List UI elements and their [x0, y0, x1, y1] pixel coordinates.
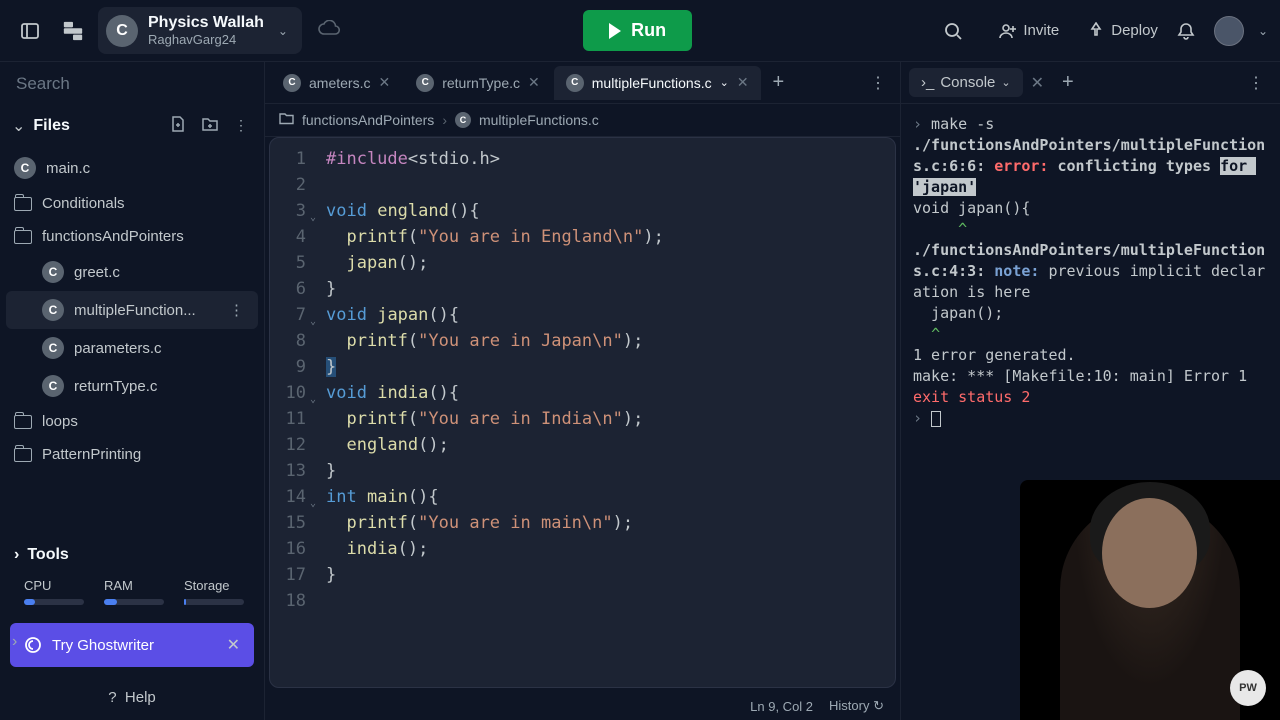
ram-label: RAM: [104, 578, 164, 593]
c-file-icon: C: [566, 74, 584, 92]
breadcrumb[interactable]: functionsAndPointers › C multipleFunctio…: [265, 104, 900, 137]
new-file-icon[interactable]: [166, 114, 190, 137]
workspace-title: Physics Wallah: [148, 13, 264, 32]
close-tab-icon[interactable]: ✕: [1031, 73, 1044, 93]
folder-icon: [14, 415, 32, 429]
help-button[interactable]: ? Help: [0, 675, 264, 720]
folder-icon: [14, 448, 32, 462]
workspace-selector[interactable]: C Physics Wallah RaghavGarg24 ⌄: [98, 7, 302, 54]
folder-icon: [14, 197, 32, 211]
c-file-icon: C: [42, 375, 64, 397]
cpu-label: CPU: [24, 578, 84, 593]
file-tree-item[interactable]: functionsAndPointers: [0, 220, 264, 253]
code-editor[interactable]: 123⌄4567⌄8910⌄11121314⌄15161718 #include…: [269, 137, 896, 688]
file-tree-item[interactable]: CreturnType.c: [0, 367, 264, 405]
cursor-position: Ln 9, Col 2: [750, 699, 813, 714]
c-file-icon: C: [42, 337, 64, 359]
file-tree-item[interactable]: Conditionals: [0, 187, 264, 220]
more-icon[interactable]: ⋮: [229, 301, 244, 319]
chevron-down-icon: ⌄: [278, 24, 288, 38]
chevron-right-icon[interactable]: ›: [12, 633, 17, 651]
folder-icon: [279, 112, 294, 128]
deploy-button[interactable]: Deploy: [1087, 22, 1158, 40]
file-tree-item[interactable]: Cmain.c: [0, 149, 264, 187]
file-tree-item[interactable]: Cgreet.c: [0, 253, 264, 291]
more-icon[interactable]: ⋮: [230, 115, 252, 136]
console-panel: ›_ Console ⌄ ✕ + ⋮ › make -s./functionsA…: [900, 62, 1280, 720]
console-tab[interactable]: ›_ Console ⌄: [909, 68, 1023, 97]
more-icon[interactable]: ⋮: [862, 69, 894, 97]
close-tab-icon[interactable]: ✕: [528, 74, 540, 91]
editor-tab[interactable]: CreturnType.c ✕: [404, 66, 552, 100]
chevron-down-icon: ⌄: [1258, 24, 1268, 38]
c-file-icon: C: [416, 74, 434, 92]
history-button[interactable]: History ↻: [829, 698, 884, 714]
more-icon[interactable]: ⋮: [1240, 69, 1272, 97]
file-label: greet.c: [74, 264, 120, 281]
workspace-owner: RaghavGarg24: [148, 32, 264, 48]
file-label: parameters.c: [74, 340, 162, 357]
search-icon[interactable]: [935, 13, 971, 49]
run-button[interactable]: Run: [583, 10, 692, 51]
folder-icon: [14, 230, 32, 244]
webcam-overlay: PW: [1020, 480, 1280, 720]
file-tree-item[interactable]: CmultipleFunction... ⋮: [6, 291, 258, 329]
file-tree: Cmain.c Conditionals functionsAndPointers C…: [0, 145, 264, 536]
file-label: multipleFunction...: [74, 302, 196, 319]
file-label: functionsAndPointers: [42, 228, 184, 245]
pw-badge: PW: [1230, 670, 1266, 706]
console-tabs: ›_ Console ⌄ ✕ + ⋮: [901, 62, 1280, 104]
file-tree-item[interactable]: PatternPrinting: [0, 438, 264, 471]
close-icon[interactable]: ✕: [227, 635, 240, 655]
sparkle-icon: [24, 636, 42, 654]
terminal-icon: ›_: [921, 74, 934, 91]
file-tree-item[interactable]: loops: [0, 405, 264, 438]
editor-tabs: Cameters.c✕CreturnType.c✕CmultipleFuncti…: [265, 62, 900, 104]
replit-logo-icon[interactable]: [58, 16, 88, 46]
tab-label: returnType.c: [442, 75, 520, 91]
file-label: Conditionals: [42, 195, 125, 212]
play-icon: [609, 23, 621, 39]
c-file-icon: C: [42, 299, 64, 321]
topbar: C Physics Wallah RaghavGarg24 ⌄ Run Invi…: [0, 0, 1280, 62]
close-tab-icon[interactable]: ✕: [737, 74, 749, 91]
resource-stats: CPU RAM Storage: [0, 574, 264, 615]
chevron-down-icon: ⌄: [720, 76, 729, 89]
sidebar: Search ⌄ Files ⋮ Cmain.c Conditionals func…: [0, 62, 265, 720]
chevron-down-icon: ⌄: [1001, 76, 1010, 89]
file-label: main.c: [46, 160, 90, 177]
language-badge-icon: C: [106, 15, 138, 47]
close-tab-icon[interactable]: ✕: [378, 74, 390, 91]
file-label: loops: [42, 413, 78, 430]
file-tree-item[interactable]: Cparameters.c: [0, 329, 264, 367]
editor-tab[interactable]: Cameters.c ✕: [271, 66, 402, 100]
tools-header[interactable]: ›Tools: [0, 536, 264, 574]
new-folder-icon[interactable]: [198, 115, 222, 136]
editor-panel: Cameters.c✕CreturnType.c✕CmultipleFuncti…: [265, 62, 900, 720]
c-file-icon: C: [283, 74, 301, 92]
ghostwriter-banner[interactable]: Try Ghostwriter ✕: [10, 623, 254, 667]
invite-button[interactable]: Invite: [999, 22, 1059, 40]
file-label: returnType.c: [74, 378, 157, 395]
notifications-icon[interactable]: [1168, 13, 1204, 49]
tab-label: ameters.c: [309, 75, 370, 91]
files-header[interactable]: ⌄ Files ⋮: [0, 106, 264, 145]
storage-label: Storage: [184, 578, 244, 593]
editor-status-bar: Ln 9, Col 2 History ↻: [265, 692, 900, 720]
c-file-icon: C: [14, 157, 36, 179]
tab-label: multipleFunctions.c: [592, 75, 712, 91]
search-input[interactable]: Search: [0, 62, 264, 106]
c-file-icon: C: [42, 261, 64, 283]
cloud-sync-icon: [318, 20, 340, 41]
panel-toggle-icon[interactable]: [12, 13, 48, 49]
chevron-down-icon: ⌄: [12, 116, 25, 136]
add-tab-icon[interactable]: +: [763, 67, 795, 98]
user-avatar[interactable]: [1214, 16, 1244, 46]
file-label: PatternPrinting: [42, 446, 141, 463]
editor-tab[interactable]: CmultipleFunctions.c ⌄ ✕: [554, 66, 761, 100]
chevron-right-icon: ›: [14, 546, 19, 564]
add-tab-icon[interactable]: +: [1052, 67, 1084, 98]
